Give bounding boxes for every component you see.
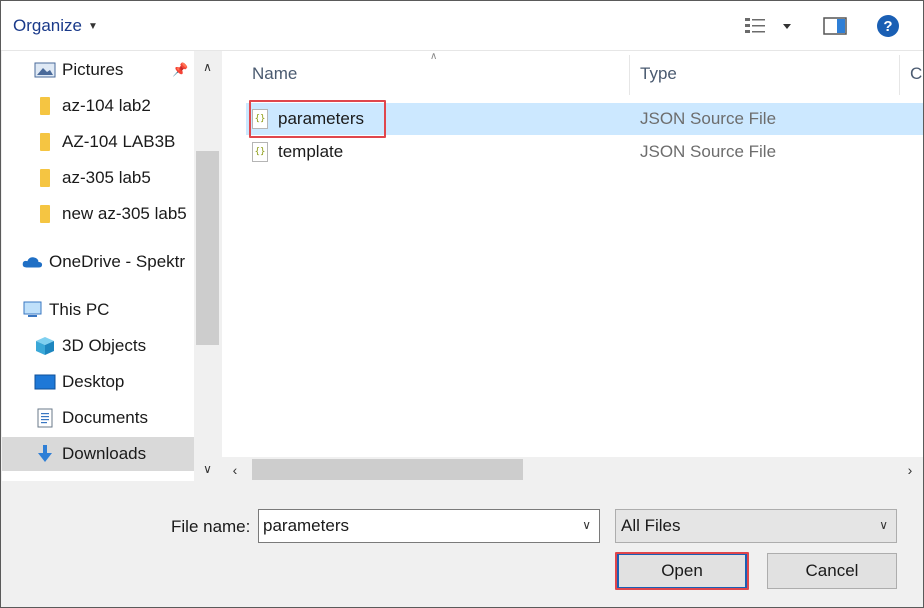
nav-item-label: new az-305 lab5 <box>62 204 187 223</box>
desktop-icon <box>34 372 56 392</box>
file-name: template <box>278 142 344 161</box>
file-list-horizontal-scrollbar[interactable]: ‹ › <box>222 457 923 482</box>
nav-item-label: Desktop <box>62 372 125 391</box>
column-divider[interactable] <box>899 55 900 95</box>
nav-item-documents[interactable]: Documents <box>2 401 194 435</box>
chevron-down-icon[interactable]: ∨ <box>582 518 591 532</box>
nav-item-label: 3D Objects <box>62 336 147 355</box>
file-row-template[interactable]: {} template JSON Source File <box>246 136 923 168</box>
file-name-label: File name: <box>171 517 251 536</box>
documents-icon <box>34 408 56 428</box>
navigation-pane: Pictures 📌 az-104 lab2 AZ-104 LAB3B az-3… <box>2 51 221 481</box>
file-type: JSON Source File <box>640 109 777 128</box>
change-view-button[interactable] <box>743 13 797 39</box>
folder-icon <box>34 204 56 224</box>
column-header-name[interactable]: Name <box>252 51 297 97</box>
file-name: parameters <box>278 109 364 128</box>
nav-item-label: OneDrive - Spektr <box>49 252 186 271</box>
file-type-filter-select[interactable]: All Files ∨ <box>615 509 897 543</box>
pin-icon: 📌 <box>172 62 189 77</box>
chevron-down-icon[interactable]: ∨ <box>879 518 888 532</box>
nav-item-label: This PC <box>49 300 110 319</box>
nav-item-label: Pictures <box>62 60 124 79</box>
json-file-icon: {} <box>252 142 268 162</box>
preview-pane-button[interactable] <box>821 13 849 39</box>
organize-label: Organize <box>13 16 82 35</box>
downloads-icon <box>34 444 56 464</box>
nav-scroll-thumb[interactable] <box>196 151 219 345</box>
nav-item-onedrive[interactable]: OneDrive - Spektr <box>2 245 194 279</box>
nav-item-desktop[interactable]: Desktop <box>2 365 194 399</box>
nav-item-label: AZ-104 LAB3B <box>62 132 176 151</box>
folder-icon <box>34 168 56 188</box>
3d-objects-icon <box>34 336 56 356</box>
column-header-type[interactable]: Type <box>640 51 677 97</box>
file-name-combobox[interactable]: ∨ <box>258 509 600 543</box>
file-name-input[interactable] <box>263 516 563 536</box>
nav-item-this-pc[interactable]: This PC <box>2 293 194 327</box>
nav-item-label: Documents <box>62 408 148 427</box>
nav-item-label: Downloads <box>62 444 147 463</box>
nav-item-new-az-305-lab5[interactable]: new az-305 lab5 <box>2 197 194 231</box>
help-button[interactable]: ? <box>875 13 901 39</box>
file-type-filter-value: All Files <box>621 516 681 535</box>
file-open-dialog: Organize ▼ ? Pictures 📌 az-104 lab2 AZ-1… <box>0 0 924 608</box>
nav-item-3d-objects[interactable]: 3D Objects <box>2 329 194 363</box>
folder-icon <box>34 132 56 152</box>
organize-menu[interactable]: Organize ▼ <box>13 16 98 36</box>
details-view-icon <box>745 18 791 33</box>
folder-icon <box>34 96 56 116</box>
column-divider[interactable] <box>629 55 630 95</box>
this-pc-icon <box>21 300 43 320</box>
onedrive-icon <box>21 252 43 272</box>
caret-down-icon: ▼ <box>87 20 98 32</box>
toolbar: Organize ▼ ? <box>1 1 923 51</box>
help-icon: ? <box>877 15 899 37</box>
preview-pane-icon <box>823 17 847 35</box>
scroll-down-icon[interactable]: ∨ <box>194 457 221 481</box>
nav-item-downloads[interactable]: Downloads <box>2 437 194 471</box>
nav-item-az-104-lab3b[interactable]: AZ-104 LAB3B <box>2 125 194 159</box>
nav-item-label: az-305 lab5 <box>62 168 151 187</box>
nav-vertical-scrollbar[interactable]: ∧ ∨ <box>194 51 221 481</box>
nav-item-label: az-104 lab2 <box>62 96 151 115</box>
nav-item-az-305-lab5[interactable]: az-305 lab5 <box>2 161 194 195</box>
open-button[interactable]: Open <box>617 553 747 589</box>
file-list: ∧ Name Type Co {} parameters JSON Source… <box>222 51 923 481</box>
sort-ascending-icon: ∧ <box>430 51 438 62</box>
nav-item-pictures[interactable]: Pictures <box>2 53 194 87</box>
scroll-right-icon[interactable]: › <box>897 457 923 482</box>
file-row-parameters[interactable]: {} parameters JSON Source File <box>246 103 923 135</box>
nav-item-az-104-lab2[interactable]: az-104 lab2 <box>2 89 194 123</box>
json-file-icon: {} <box>252 109 268 129</box>
column-header-partial[interactable]: Co <box>910 51 923 97</box>
scroll-left-icon[interactable]: ‹ <box>222 457 248 482</box>
cancel-button[interactable]: Cancel <box>767 553 897 589</box>
hscroll-thumb[interactable] <box>252 459 523 480</box>
file-type: JSON Source File <box>640 142 777 161</box>
pictures-icon <box>34 60 56 80</box>
scroll-up-icon[interactable]: ∧ <box>194 55 221 79</box>
